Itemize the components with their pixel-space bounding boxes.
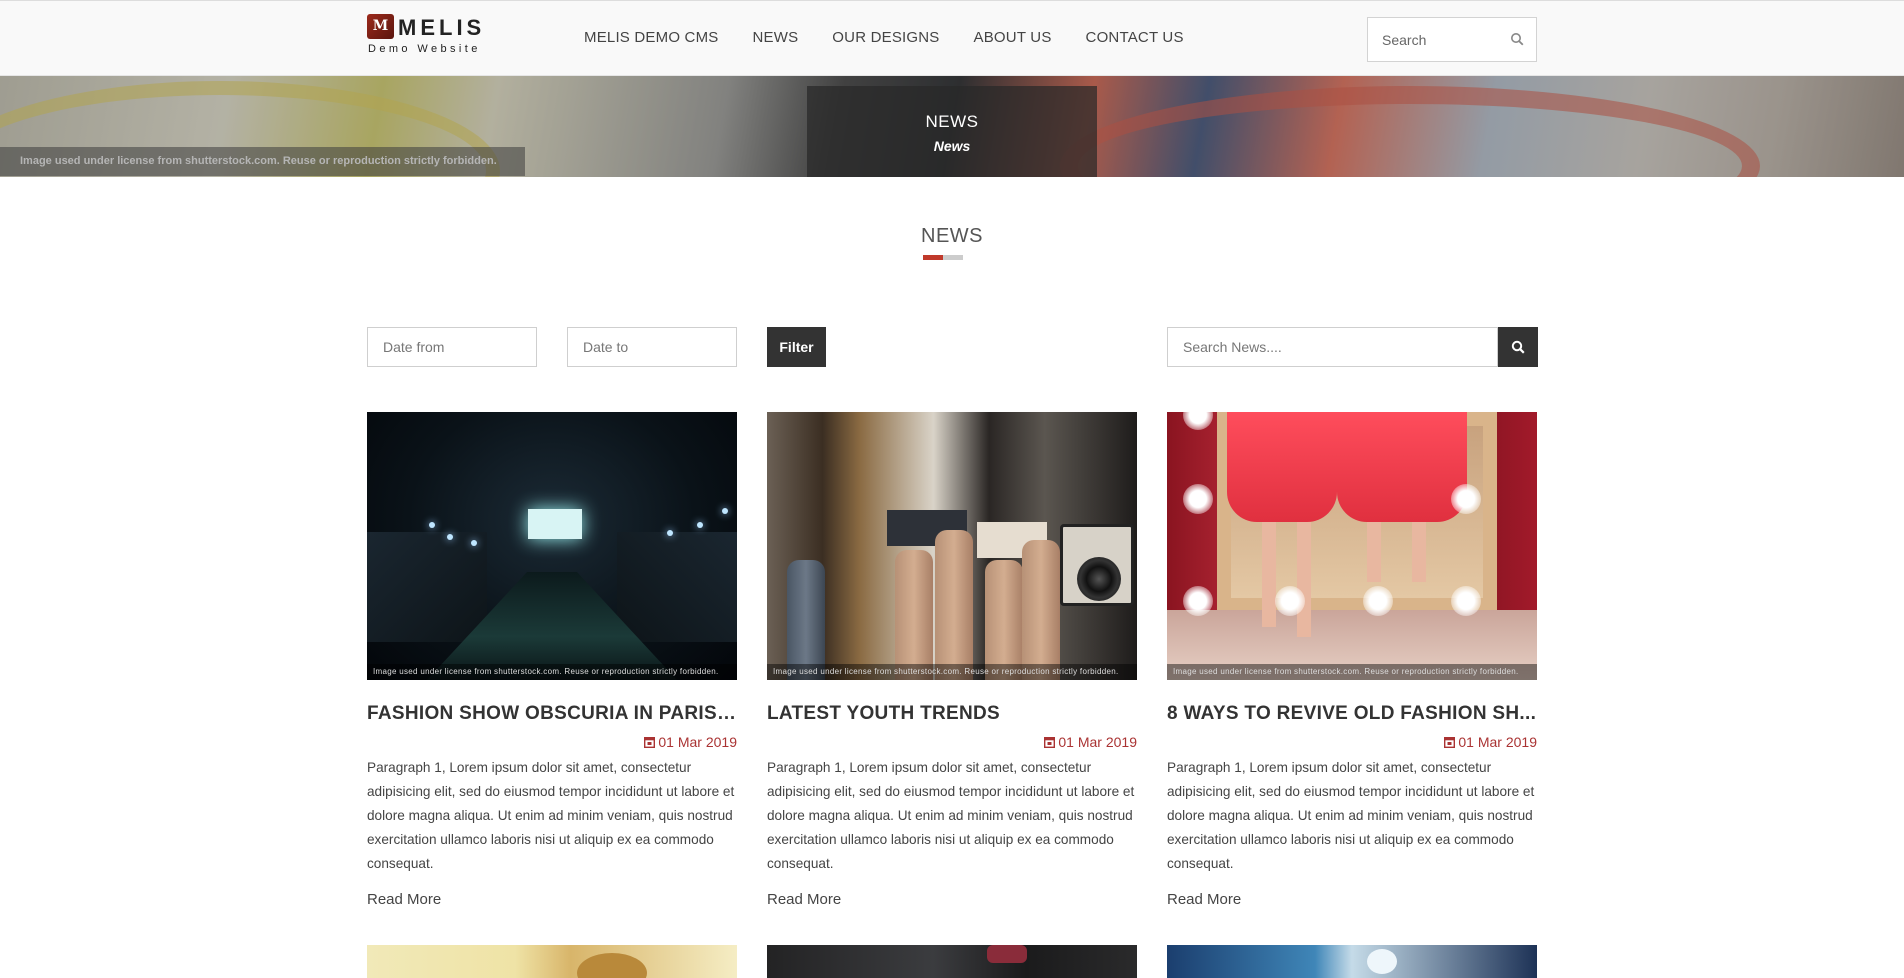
image-detail <box>367 532 487 642</box>
site-search <box>1367 17 1537 62</box>
image-detail <box>1022 540 1060 680</box>
news-card-image[interactable] <box>767 945 1137 978</box>
image-detail <box>1227 412 1337 522</box>
news-card-title[interactable]: 8 WAYS TO REVIVE OLD FASHION SH... <box>1167 703 1537 725</box>
news-search-input[interactable] <box>1168 328 1497 366</box>
news-card-image[interactable] <box>1167 945 1537 978</box>
image-license-note: Image used under license from shuttersto… <box>367 664 737 680</box>
news-card-excerpt: Paragraph 1, Lorem ipsum dolor sit amet,… <box>767 760 1135 871</box>
nav-item-contact-us[interactable]: CONTACT US <box>1086 29 1184 46</box>
news-card: Image used under license from shuttersto… <box>1167 412 1537 908</box>
image-license-note: Image used under license from shuttersto… <box>1167 664 1537 680</box>
news-card-image[interactable]: Image used under license from shuttersto… <box>1167 412 1537 680</box>
filter-button[interactable]: Filter <box>767 327 826 367</box>
search-icon[interactable] <box>1510 32 1526 48</box>
date-from-field <box>367 327 537 367</box>
banner-title-box: NEWS News <box>807 86 1097 177</box>
news-card-date: 01 Mar 2019 <box>367 734 737 750</box>
image-detail <box>447 534 453 540</box>
news-card-title[interactable]: FASHION SHOW OBSCURIA IN PARIS ... <box>367 703 737 725</box>
image-detail <box>787 560 825 680</box>
news-card-date-text: 01 Mar 2019 <box>1458 734 1537 750</box>
image-detail <box>1367 949 1397 974</box>
image-detail <box>1297 522 1311 637</box>
news-card-date: 01 Mar 2019 <box>1167 734 1537 750</box>
news-card-excerpt: Paragraph 1, Lorem ipsum dolor sit amet,… <box>367 760 735 871</box>
breadcrumb[interactable]: News <box>807 138 1097 154</box>
search-icon <box>1511 340 1525 354</box>
image-detail <box>667 530 673 536</box>
image-detail <box>1060 524 1134 606</box>
image-detail <box>1337 412 1467 522</box>
calendar-icon <box>1044 737 1056 749</box>
calendar-icon <box>1444 737 1456 749</box>
news-search-field <box>1167 327 1498 367</box>
date-from-input[interactable] <box>368 328 536 366</box>
nav-item-news[interactable]: NEWS <box>752 29 798 46</box>
news-card-image[interactable]: Image used under license from shuttersto… <box>367 412 737 680</box>
image-detail <box>1183 484 1213 514</box>
date-to-input[interactable] <box>568 328 736 366</box>
site-search-input[interactable] <box>1368 18 1503 61</box>
read-more-link[interactable]: Read More <box>367 891 737 908</box>
underline-accent <box>923 255 943 260</box>
image-detail <box>985 560 1023 680</box>
image-detail <box>935 530 973 680</box>
news-card-date-text: 01 Mar 2019 <box>1058 734 1137 750</box>
page-banner: Image used under license from shuttersto… <box>0 76 1904 177</box>
section-title: NEWS <box>921 225 983 247</box>
read-more-link[interactable]: Read More <box>767 891 1137 908</box>
news-card-excerpt: Paragraph 1, Lorem ipsum dolor sit amet,… <box>1167 760 1535 871</box>
image-detail <box>577 953 647 978</box>
image-detail <box>722 508 728 514</box>
image-detail <box>697 522 703 528</box>
image-detail <box>1367 522 1381 582</box>
image-detail <box>1451 484 1481 514</box>
image-detail <box>1275 586 1305 616</box>
image-detail <box>1183 412 1213 430</box>
news-card-date-text: 01 Mar 2019 <box>658 734 737 750</box>
news-search-button[interactable] <box>1498 327 1538 367</box>
image-detail <box>1262 522 1276 627</box>
nav-item-melis-demo-cms[interactable]: MELIS DEMO CMS <box>584 29 718 46</box>
image-license-note: Image used under license from shuttersto… <box>767 664 1137 680</box>
logo-subtitle: Demo Website <box>368 43 481 55</box>
news-card: Image used under license from shuttersto… <box>767 412 1137 908</box>
image-detail <box>617 532 737 642</box>
image-detail <box>987 945 1027 963</box>
image-detail <box>1077 557 1121 601</box>
image-detail <box>1412 522 1426 582</box>
logo-mark: M <box>367 14 394 39</box>
banner-license-note: Image used under license from shuttersto… <box>0 147 525 176</box>
site-header: M MELIS Demo Website MELIS DEMO CMS NEWS… <box>0 0 1904 76</box>
news-card-image[interactable] <box>367 945 737 978</box>
read-more-link[interactable]: Read More <box>1167 891 1537 908</box>
news-card: Image used under license from shuttersto… <box>367 412 737 908</box>
image-detail <box>528 509 582 539</box>
underline-gray <box>943 255 963 260</box>
image-detail <box>1183 586 1213 616</box>
image-detail <box>471 540 477 546</box>
image-detail <box>429 522 435 528</box>
title-underline <box>923 255 963 260</box>
logo-name: MELIS <box>398 15 486 40</box>
image-detail <box>1451 586 1481 616</box>
news-card-image[interactable]: Image used under license from shuttersto… <box>767 412 1137 680</box>
image-detail <box>1363 586 1393 616</box>
calendar-icon <box>644 737 656 749</box>
nav-item-our-designs[interactable]: OUR DESIGNS <box>832 29 939 46</box>
news-card-date: 01 Mar 2019 <box>767 734 1137 750</box>
date-to-field <box>567 327 737 367</box>
banner-title: NEWS <box>925 112 979 131</box>
news-card-title[interactable]: LATEST YOUTH TRENDS <box>767 703 1137 725</box>
main-nav: MELIS DEMO CMS NEWS OUR DESIGNS ABOUT US… <box>584 29 1218 46</box>
image-detail <box>895 550 933 680</box>
site-logo[interactable]: M MELIS Demo Website <box>367 13 507 59</box>
nav-item-about-us[interactable]: ABOUT US <box>974 29 1052 46</box>
